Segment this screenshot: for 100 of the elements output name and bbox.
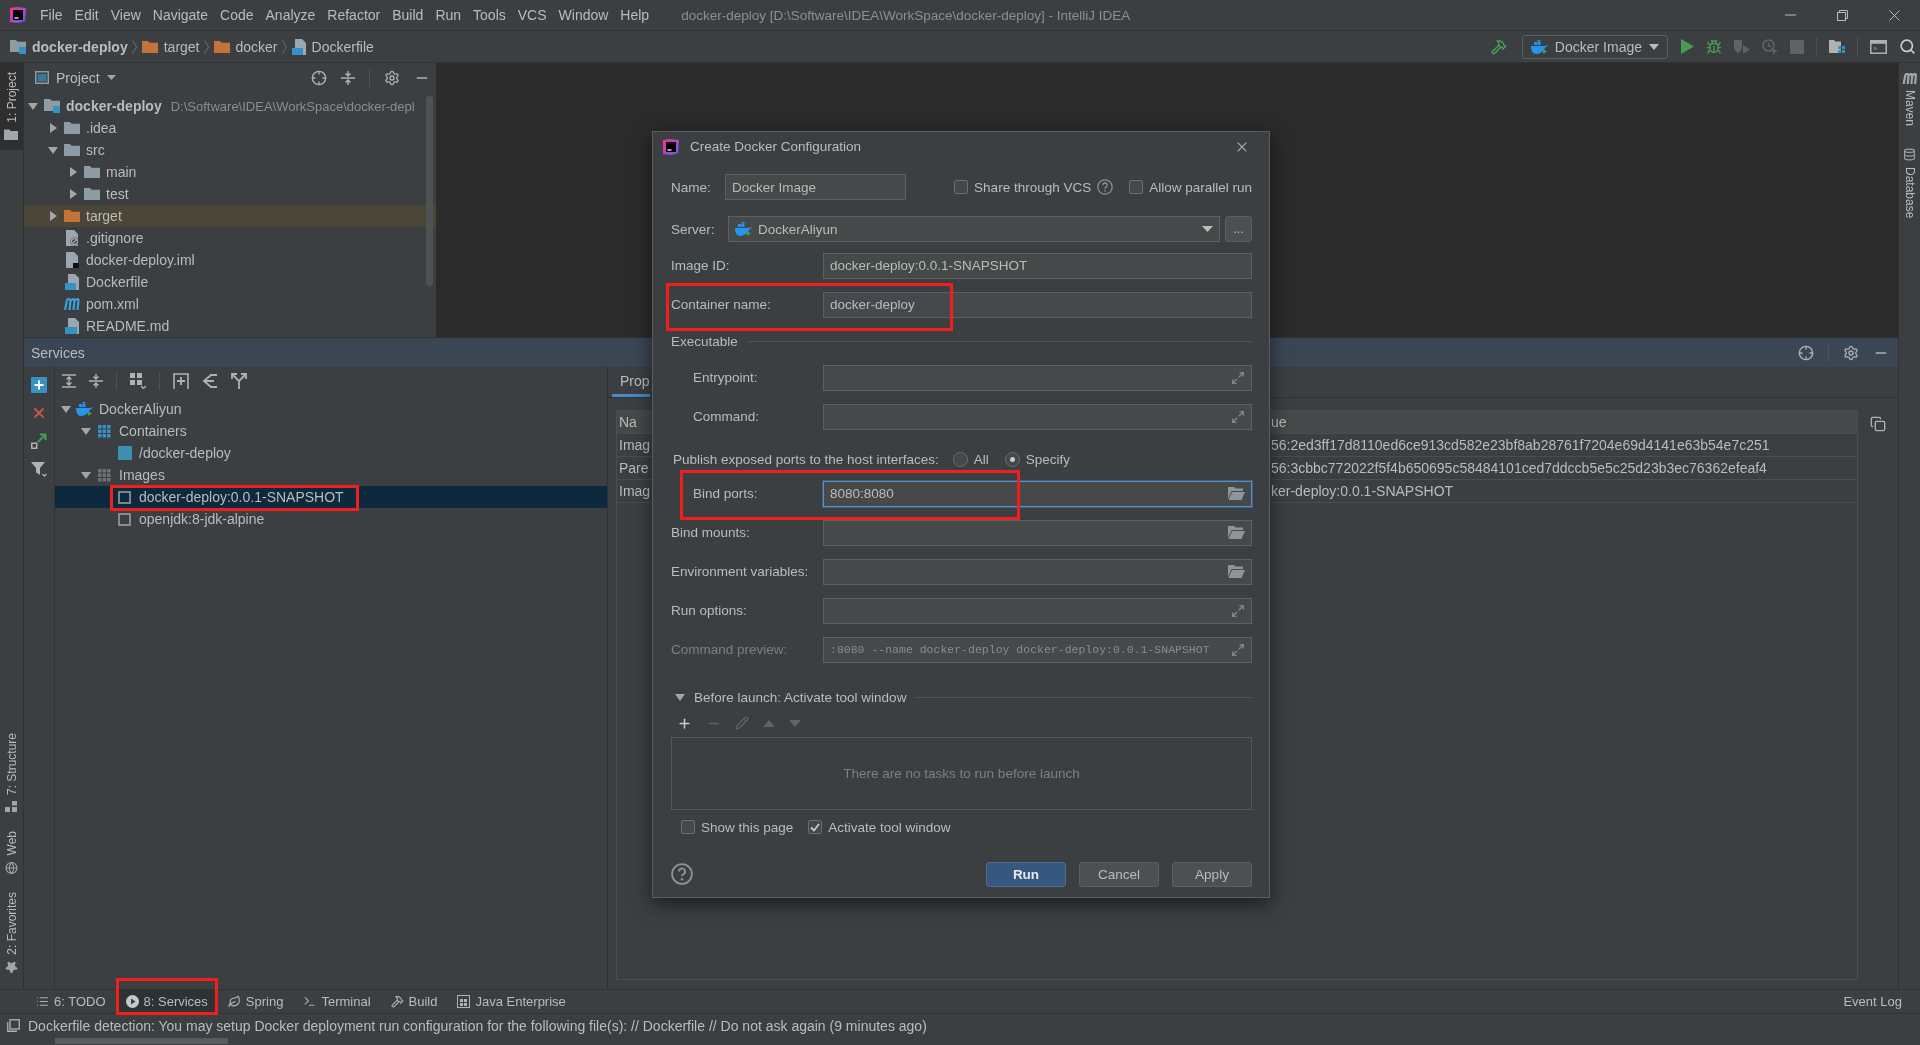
dialog-button[interactable]: Cancel	[1079, 861, 1159, 887]
breadcrumb[interactable]: target	[141, 38, 200, 55]
collapse-all-icon[interactable]	[341, 70, 355, 85]
dialog-button[interactable]: Run	[986, 861, 1066, 887]
star-icon[interactable]	[5, 961, 18, 974]
expand-icon[interactable]	[1231, 370, 1245, 385]
restore-icon[interactable]	[1836, 9, 1848, 21]
folder-open-icon[interactable]	[1228, 487, 1245, 500]
expand-all-icon[interactable]	[62, 374, 76, 388]
checkbox-label[interactable]: Activate tool window	[828, 819, 951, 835]
collapse-all-icon[interactable]	[89, 374, 103, 388]
run-configuration-dropdown[interactable]: Docker Image	[1521, 34, 1668, 59]
menu-item[interactable]: Build	[386, 0, 430, 30]
tree-item[interactable]: .gitignore	[24, 227, 436, 249]
tree-item[interactable]: Dockerfile	[24, 271, 436, 293]
folder-open-icon[interactable]	[1228, 526, 1245, 539]
crosshair-icon[interactable]	[1798, 344, 1814, 361]
view-selector[interactable]: Project	[35, 69, 116, 86]
checkbox[interactable]	[954, 180, 969, 194]
menu-item[interactable]: Help	[614, 0, 656, 30]
caret-right-icon[interactable]	[68, 189, 78, 199]
caret-down-icon[interactable]	[81, 470, 91, 480]
fork-icon[interactable]	[231, 373, 247, 389]
tree-item[interactable]: docker-deploy.iml	[24, 249, 436, 271]
caret-down-icon[interactable]	[81, 426, 91, 436]
menu-item[interactable]: Code	[214, 0, 260, 30]
input-field[interactable]: docker-deploy:0.0.1-SNAPSHOT	[823, 252, 1252, 279]
scrollbar-thumb[interactable]	[426, 96, 433, 286]
input-field[interactable]	[823, 558, 1252, 585]
caret-right-icon[interactable]	[48, 211, 58, 221]
breadcrumb[interactable]: docker-deploy	[10, 38, 128, 55]
input-field[interactable]: 8080:8080	[823, 480, 1252, 507]
checkbox[interactable]	[681, 820, 695, 834]
caret-right-icon[interactable]	[68, 167, 78, 177]
tab[interactable]: Prop	[612, 373, 650, 397]
menu-item[interactable]: Tools	[467, 0, 512, 30]
tree-item[interactable]: target	[24, 205, 436, 227]
menu-item[interactable]: View	[104, 0, 147, 30]
bug-icon[interactable]	[1706, 38, 1722, 55]
caret-right-icon[interactable]	[48, 123, 58, 133]
search-icon[interactable]	[1899, 38, 1916, 55]
radio-button[interactable]	[1004, 451, 1020, 467]
menu-item[interactable]: VCS	[511, 0, 553, 30]
folder-open-icon[interactable]	[1228, 565, 1245, 578]
plus-square-icon[interactable]	[31, 377, 47, 393]
hammer-icon[interactable]	[390, 995, 404, 1008]
checkbox-label[interactable]: Show this page	[701, 819, 794, 835]
window-icon[interactable]	[1870, 39, 1887, 54]
breadcrumb[interactable]: docker	[213, 38, 278, 55]
leaf-icon[interactable]	[227, 995, 241, 1008]
input-field[interactable]	[823, 364, 1252, 391]
cross-icon[interactable]	[31, 405, 47, 421]
radio-label[interactable]: All	[973, 451, 989, 467]
tree-item[interactable]: test	[24, 183, 436, 205]
dialog-button[interactable]: Apply	[1172, 861, 1252, 887]
globe-icon[interactable]	[5, 861, 18, 875]
minimize-icon[interactable]	[1784, 14, 1796, 16]
column-header[interactable]: Na	[619, 414, 637, 430]
tree-item[interactable]: Containers	[55, 420, 607, 442]
tree-item[interactable]: .idea	[24, 117, 436, 139]
caret-down-icon[interactable]	[28, 101, 38, 111]
input-field[interactable]: docker-deploy	[823, 291, 1252, 318]
tree-item[interactable]: docker-deploy:0.0.1-SNAPSHOT	[55, 486, 607, 508]
input-field[interactable]	[823, 403, 1252, 430]
tree-item[interactable]: DockerAliyun	[55, 398, 607, 420]
expand-icon[interactable]	[1231, 409, 1245, 424]
tool-window-tab[interactable]: 2: Favorites	[0, 883, 23, 983]
menu-item[interactable]: Analyze	[259, 0, 322, 30]
column-header[interactable]: ue	[1271, 414, 1287, 430]
filter-icon[interactable]	[31, 461, 47, 477]
radio-button[interactable]	[952, 451, 968, 467]
input-field[interactable]: Docker Image	[725, 174, 906, 200]
tree-item[interactable]: main	[24, 161, 436, 183]
help-icon[interactable]	[671, 863, 693, 885]
tool-window-tab[interactable]: 1: Project	[0, 63, 23, 150]
checkbox-label[interactable]: Allow parallel run	[1149, 179, 1252, 195]
menu-item[interactable]: Edit	[68, 0, 105, 30]
tool-window-tab[interactable]: Spring	[217, 990, 294, 1013]
terminal-icon[interactable]	[303, 995, 317, 1008]
scrollbar-thumb[interactable]	[55, 1038, 228, 1044]
section-title[interactable]: Before launch: Activate tool window	[694, 689, 907, 705]
server-dropdown[interactable]: DockerAliyun	[728, 216, 1220, 242]
tool-window-tab[interactable]: Event Log	[1833, 990, 1912, 1013]
browse-button[interactable]: ...	[1225, 216, 1252, 242]
tree-item[interactable]: Images	[55, 464, 607, 486]
bracket-plus-icon[interactable]	[173, 373, 189, 389]
input-field[interactable]	[823, 519, 1252, 546]
settings-icon[interactable]	[384, 69, 400, 86]
tree-item[interactable]: openjdk:8-jdk-alpine	[55, 508, 607, 530]
menu-item[interactable]: Refactor	[321, 0, 387, 30]
input-field[interactable]	[823, 597, 1252, 624]
group-icon[interactable]	[130, 373, 146, 389]
expand-icon[interactable]	[1231, 603, 1245, 618]
play-icon[interactable]	[1680, 39, 1694, 54]
tool-window-tab[interactable]: 7: Structure	[0, 723, 23, 822]
caret-down-icon[interactable]	[675, 692, 685, 702]
database-icon[interactable]	[1903, 148, 1916, 162]
tree-item[interactable]: README.md	[24, 315, 436, 337]
tool-window-tab[interactable]: Web	[0, 821, 23, 884]
tool-window-tab[interactable]: 6: TODO	[26, 990, 116, 1013]
